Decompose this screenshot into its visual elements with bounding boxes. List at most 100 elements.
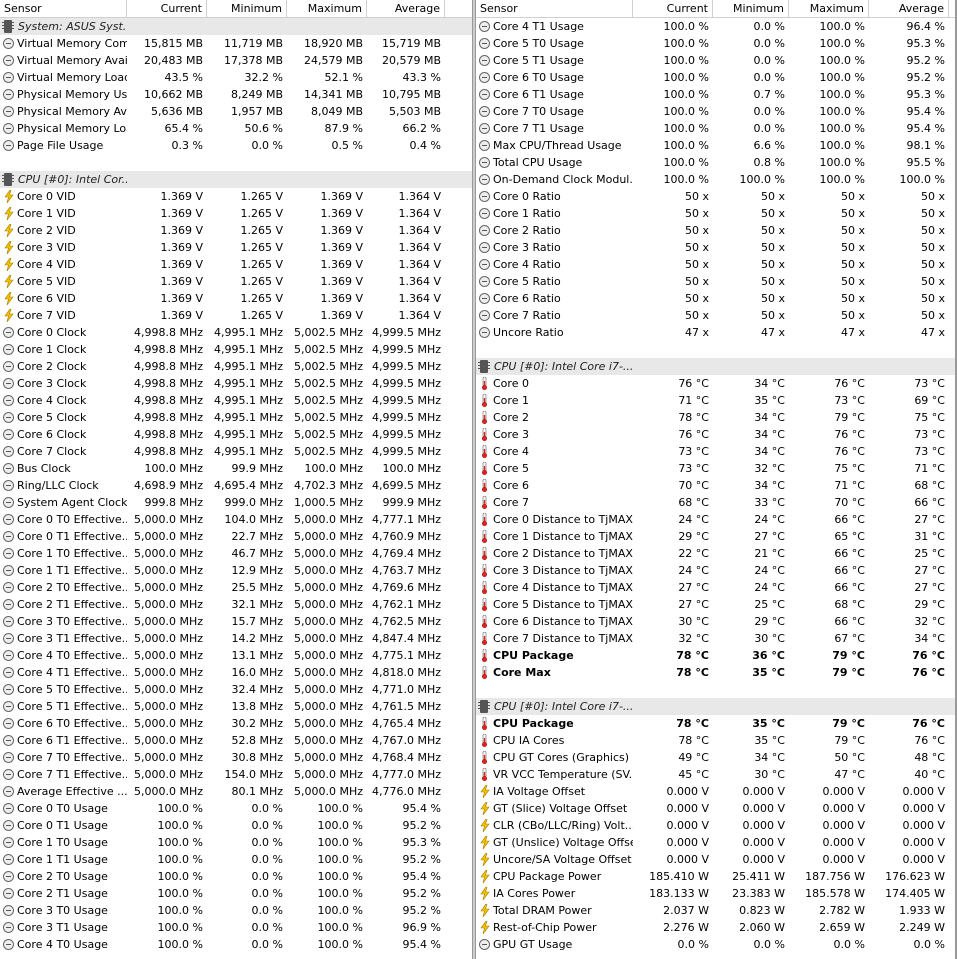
table-row[interactable]: Virtual Memory Avai... 20,483 MB 17,378 MB…	[0, 52, 472, 69]
table-row[interactable]: Core 2 T0 Usage 100.0 % 0.0 % 100.0 % 95.4 %	[0, 868, 472, 885]
table-row[interactable]: IA Voltage Offset 0.000 V 0.000 V 0.000 V 0.…	[476, 783, 955, 800]
table-row[interactable]: Core 0 T1 Usage 100.0 % 0.0 % 100.0 % 95.2 %	[0, 817, 472, 834]
table-row[interactable]: Core 2 78 °C 34 °C 79 °C 75 °C	[476, 409, 955, 426]
table-row[interactable]: Physical Memory Load 65.4 % 50.6 % 87.9 % 66…	[0, 120, 472, 137]
table-row[interactable]: GT (Unslice) Voltage Offset 0.000 V 0.000 …	[476, 834, 955, 851]
table-row[interactable]: Core 5 73 °C 32 °C 75 °C 71 °C	[476, 460, 955, 477]
table-row[interactable]: Core 7 Clock 4,998.8 MHz 4,995.1 MHz 5,002.…	[0, 443, 472, 460]
table-row[interactable]: Core 7 T1 Effective... 5,000.0 MHz 154.0 M…	[0, 766, 472, 783]
table-row[interactable]: Physical Memory Used 10,662 MB 8,249 MB 14,…	[0, 86, 472, 103]
table-row[interactable]: Core 2 Distance to TjMAX 22 °C 21 °C 66 °C 2…	[476, 545, 955, 562]
table-row[interactable]: Core 0 T0 Effective... 5,000.0 MHz 104.0 M…	[0, 511, 472, 528]
table-row[interactable]: Core 5 Distance to TjMAX 27 °C 25 °C 68 °C 2…	[476, 596, 955, 613]
table-row[interactable]: Core 5 T0 Effective... 5,000.0 MHz 32.4 MH…	[0, 681, 472, 698]
table-row[interactable]: VR VCC Temperature (SV... 45 °C 30 °C 47 °C…	[476, 766, 955, 783]
table-row[interactable]: Core 7 T1 Usage 100.0 % 0.0 % 100.0 % 95.4 %	[476, 120, 955, 137]
table-row[interactable]: GPU GT Usage 0.0 % 0.0 % 0.0 % 0.0 %	[476, 936, 955, 953]
table-row[interactable]: On-Demand Clock Modul... 100.0 % 100.0 % 10…	[476, 171, 955, 188]
table-row[interactable]: Core 0 Ratio 50 x 50 x 50 x 50 x	[476, 188, 955, 205]
table-row[interactable]: Core 7 Ratio 50 x 50 x 50 x 50 x	[476, 307, 955, 324]
table-row[interactable]: Core 5 Clock 4,998.8 MHz 4,995.1 MHz 5,002.…	[0, 409, 472, 426]
table-row[interactable]: Core 5 VID 1.369 V 1.265 V 1.369 V 1.364 V	[0, 273, 472, 290]
table-row[interactable]: Core 7 Distance to TjMAX 32 °C 30 °C 67 °C 3…	[476, 630, 955, 647]
table-row[interactable]: Core 1 T1 Usage 100.0 % 0.0 % 100.0 % 95.2 %	[0, 851, 472, 868]
table-row[interactable]: Core 6 Distance to TjMAX 30 °C 29 °C 66 °C 3…	[476, 613, 955, 630]
col-header-sensor[interactable]: Sensor	[0, 0, 127, 17]
table-row[interactable]: CPU Package Power 185.410 W 25.411 W 187.75…	[476, 868, 955, 885]
table-row[interactable]: Bus Clock 100.0 MHz 99.9 MHz 100.0 MHz 100.0…	[0, 460, 472, 477]
table-row[interactable]: Core 5 Ratio 50 x 50 x 50 x 50 x	[476, 273, 955, 290]
table-row[interactable]: Core 4 Clock 4,998.8 MHz 4,995.1 MHz 5,002.…	[0, 392, 472, 409]
table-row[interactable]: Average Effective ... 5,000.0 MHz 80.1 MHz…	[0, 783, 472, 800]
table-row[interactable]: Core 1 71 °C 35 °C 73 °C 69 °C	[476, 392, 955, 409]
table-row[interactable]: Core 1 T0 Usage 100.0 % 0.0 % 100.0 % 95.3 %	[0, 834, 472, 851]
table-row[interactable]: Ring/LLC Clock 4,698.9 MHz 4,695.4 MHz 4,70…	[0, 477, 472, 494]
table-row[interactable]: Core 1 T1 Effective... 5,000.0 MHz 12.9 MH…	[0, 562, 472, 579]
table-row[interactable]: Core 0 Distance to TjMAX 24 °C 24 °C 66 °C 2…	[476, 511, 955, 528]
sensor-table-left[interactable]: Sensor Current Minimum Maximum Average S…	[0, 0, 472, 959]
group-header-row[interactable]: System: ASUS Syst...	[0, 18, 472, 35]
col-header-current[interactable]: Current	[633, 0, 713, 17]
table-row[interactable]: Core 1 VID 1.369 V 1.265 V 1.369 V 1.364 V	[0, 205, 472, 222]
table-row[interactable]: Core 3 T1 Usage 100.0 % 0.0 % 100.0 % 96.9 %	[0, 919, 472, 936]
col-header-maximum[interactable]: Maximum	[287, 0, 367, 17]
table-row[interactable]: Core 3 T1 Effective... 5,000.0 MHz 14.2 MH…	[0, 630, 472, 647]
table-row[interactable]: Core 3 Ratio 50 x 50 x 50 x 50 x	[476, 239, 955, 256]
table-row[interactable]: Max CPU/Thread Usage 100.0 % 6.6 % 100.0 % 9…	[476, 137, 955, 154]
col-header-average[interactable]: Average	[367, 0, 445, 17]
table-row[interactable]: Core 6 T1 Effective... 5,000.0 MHz 52.8 MH…	[0, 732, 472, 749]
table-row[interactable]: Core 2 T0 Effective... 5,000.0 MHz 25.5 MH…	[0, 579, 472, 596]
table-row[interactable]: Core 3 Distance to TjMAX 24 °C 24 °C 66 °C 2…	[476, 562, 955, 579]
table-row[interactable]: Core 3 76 °C 34 °C 76 °C 73 °C	[476, 426, 955, 443]
table-row[interactable]: CPU IA Cores 78 °C 35 °C 79 °C 76 °C	[476, 732, 955, 749]
table-row[interactable]: Core 1 Distance to TjMAX 29 °C 27 °C 65 °C 3…	[476, 528, 955, 545]
table-row[interactable]: Core 2 VID 1.369 V 1.265 V 1.369 V 1.364 V	[0, 222, 472, 239]
table-row[interactable]: Core 7 68 °C 33 °C 70 °C 66 °C	[476, 494, 955, 511]
table-row[interactable]: Core 4 T1 Usage 100.0 % 0.0 % 100.0 % 96.4 %	[476, 18, 955, 35]
table-row[interactable]: Core 2 T1 Effective... 5,000.0 MHz 32.1 MH…	[0, 596, 472, 613]
group-header-row[interactable]: CPU [#0]: Intel Cor...	[0, 171, 472, 188]
table-row[interactable]: Core 5 T0 Usage 100.0 % 0.0 % 100.0 % 95.3 %	[476, 35, 955, 52]
col-header-minimum[interactable]: Minimum	[207, 0, 287, 17]
col-header-average[interactable]: Average	[869, 0, 949, 17]
col-header-current[interactable]: Current	[127, 0, 207, 17]
table-row[interactable]: Core 3 T0 Usage 100.0 % 0.0 % 100.0 % 95.2 %	[0, 902, 472, 919]
table-row[interactable]: Core 0 T0 Usage 100.0 % 0.0 % 100.0 % 95.4 %	[0, 800, 472, 817]
table-row[interactable]: Core 0 VID 1.369 V 1.265 V 1.369 V 1.364 V	[0, 188, 472, 205]
table-row[interactable]: Core 3 VID 1.369 V 1.265 V 1.369 V 1.364 V	[0, 239, 472, 256]
table-row[interactable]: Core 4 Distance to TjMAX 27 °C 24 °C 66 °C 2…	[476, 579, 955, 596]
table-row[interactable]: Total CPU Usage 100.0 % 0.8 % 100.0 % 95.5 %	[476, 154, 955, 171]
table-row[interactable]: Core 4 T0 Usage 100.0 % 0.0 % 100.0 % 95.4 %	[0, 936, 472, 953]
table-row[interactable]: System Agent Clock 999.8 MHz 999.0 MHz 1,00…	[0, 494, 472, 511]
table-row[interactable]: Core Max 78 °C 35 °C 79 °C 76 °C	[476, 664, 955, 681]
table-row[interactable]: GT (Slice) Voltage Offset 0.000 V 0.000 V 0…	[476, 800, 955, 817]
table-row[interactable]: Virtual Memory Com... 15,815 MB 11,719 MB 1…	[0, 35, 472, 52]
table-row[interactable]: Core 6 Ratio 50 x 50 x 50 x 50 x	[476, 290, 955, 307]
table-row[interactable]: Core 7 T0 Usage 100.0 % 0.0 % 100.0 % 95.4 %	[476, 103, 955, 120]
table-row[interactable]: Core 5 T1 Effective... 5,000.0 MHz 13.8 MH…	[0, 698, 472, 715]
table-row[interactable]: CPU Package 78 °C 36 °C 79 °C 76 °C	[476, 647, 955, 664]
table-row[interactable]: Core 6 VID 1.369 V 1.265 V 1.369 V 1.364 V	[0, 290, 472, 307]
table-row[interactable]: Core 6 T0 Effective... 5,000.0 MHz 30.2 MH…	[0, 715, 472, 732]
table-row[interactable]: Core 4 T1 Effective... 5,000.0 MHz 16.0 MH…	[0, 664, 472, 681]
table-row[interactable]: Core 1 Ratio 50 x 50 x 50 x 50 x	[476, 205, 955, 222]
group-header-row[interactable]: CPU [#0]: Intel Core i7-...	[476, 698, 955, 715]
table-row[interactable]: Core 4 Ratio 50 x 50 x 50 x 50 x	[476, 256, 955, 273]
table-row[interactable]: CLR (CBo/LLC/Ring) Volt... 0.000 V 0.000 V…	[476, 817, 955, 834]
table-row[interactable]: Core 3 T0 Effective... 5,000.0 MHz 15.7 MH…	[0, 613, 472, 630]
table-row[interactable]: Uncore Ratio 47 x 47 x 47 x 47 x	[476, 324, 955, 341]
table-row[interactable]: Core 2 Ratio 50 x 50 x 50 x 50 x	[476, 222, 955, 239]
table-row[interactable]: Page File Usage 0.3 % 0.0 % 0.5 % 0.4 %	[0, 137, 472, 154]
table-row[interactable]: Virtual Memory Load 43.5 % 32.2 % 52.1 % 43.…	[0, 69, 472, 86]
table-row[interactable]: Core 5 T1 Usage 100.0 % 0.0 % 100.0 % 95.2 %	[476, 52, 955, 69]
table-row[interactable]: Core 1 Clock 4,998.8 MHz 4,995.1 MHz 5,002.…	[0, 341, 472, 358]
table-row[interactable]: CPU Package 78 °C 35 °C 79 °C 76 °C	[476, 715, 955, 732]
table-row[interactable]: IA Cores Power 183.133 W 23.383 W 185.578 W…	[476, 885, 955, 902]
table-row[interactable]: Core 4 T0 Effective... 5,000.0 MHz 13.1 MH…	[0, 647, 472, 664]
group-header-row[interactable]: CPU [#0]: Intel Core i7-...	[476, 358, 955, 375]
table-row[interactable]: Core 4 73 °C 34 °C 76 °C 73 °C	[476, 443, 955, 460]
table-row[interactable]: Uncore/SA Voltage Offset 0.000 V 0.000 V 0.…	[476, 851, 955, 868]
table-row[interactable]: Core 6 T0 Usage 100.0 % 0.0 % 100.0 % 95.2 %	[476, 69, 955, 86]
table-row[interactable]: Core 3 Clock 4,998.8 MHz 4,995.1 MHz 5,002.…	[0, 375, 472, 392]
sensor-table-right[interactable]: Sensor Current Minimum Maximum Average C…	[476, 0, 955, 959]
